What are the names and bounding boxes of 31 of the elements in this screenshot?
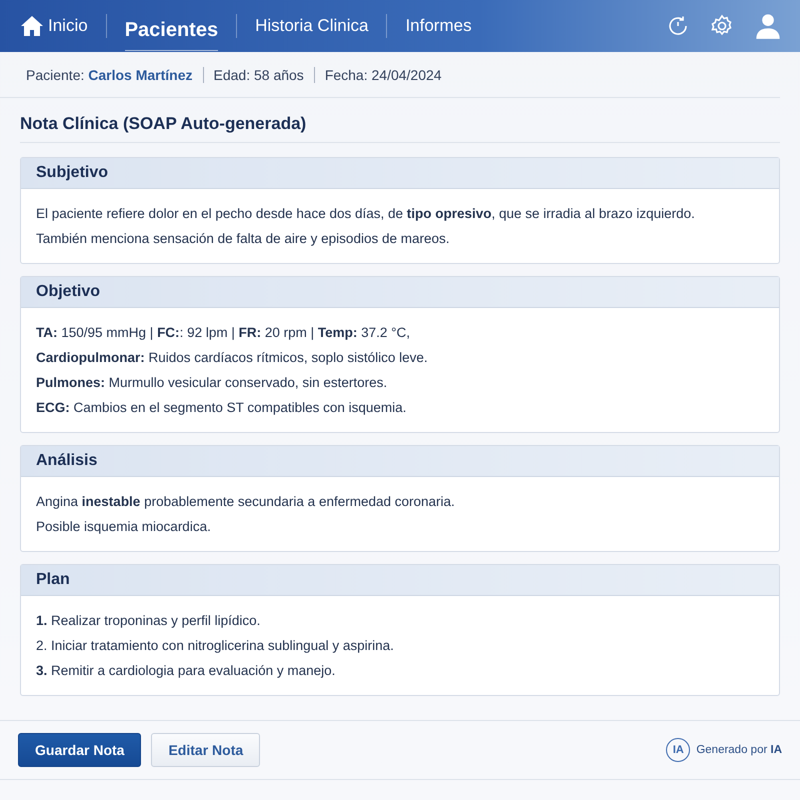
note-text-line: Angina inestable probablemente secundaria a enfermedad coronaria. bbox=[36, 493, 456, 511]
ai-chat-bubble-icon: IA bbox=[666, 738, 690, 762]
section-heading: Análisis bbox=[21, 446, 779, 477]
note-text-line: 3. Remitir a cardiologia para evaluación y manejo. bbox=[36, 662, 336, 680]
settings-icon[interactable] bbox=[710, 14, 734, 38]
note-date: Fecha: 24/04/2024 bbox=[324, 66, 442, 82]
home-icon bbox=[20, 15, 44, 37]
nav-tab[interactable]: Inicio bbox=[20, 3, 88, 49]
note-text-line: TA: 150/95 mmHg | FC:: 92 lpm | FR: 20 rpm | Temp: 37.2 °C, bbox=[36, 324, 412, 342]
action-button[interactable]: Guardar Nota bbox=[18, 733, 142, 767]
note-text-line: Posible isquemia miocardica. bbox=[36, 518, 212, 536]
nav-tab[interactable]: Historia Clinica bbox=[255, 4, 368, 48]
note-title: Nota Clínica (SOAP Auto-generada) bbox=[20, 114, 780, 143]
section-heading: Subjetivo bbox=[21, 158, 779, 189]
user-icon[interactable] bbox=[754, 12, 782, 40]
note-text-line: Cardiopulmonar: Ruidos cardíacos rítmicos, soplo sistólico leve. bbox=[36, 349, 429, 367]
section-heading: Plan bbox=[21, 565, 779, 596]
note-text-line: El paciente refiere dolor en el pecho desde hace dos días, de tipo opresivo, que se irradia al brazo izquierdo. bbox=[36, 205, 696, 223]
patient-name-label: Paciente: Carlos Martínez bbox=[26, 66, 193, 82]
history-icon[interactable] bbox=[666, 14, 690, 38]
note-text-line: También menciona sensación de falta de aire y episodios de mareos. bbox=[36, 230, 450, 248]
note-text-line: Pulmones: Murmullo vesicular conservado, sin estertores. bbox=[36, 374, 388, 392]
nav-tab[interactable]: Pacientes bbox=[124, 7, 218, 51]
note-text-line: 1. Realizar troponinas y perfil lipídico. bbox=[36, 612, 262, 630]
patient-age: Edad: 58 años bbox=[214, 66, 304, 82]
action-button[interactable]: Editar Nota bbox=[151, 733, 260, 767]
note-text-line: ECG: Cambios en el segmento ST compatibles con isquemia. bbox=[36, 399, 408, 417]
section-heading: Objetivo bbox=[21, 277, 779, 308]
nav-tab[interactable]: Informes bbox=[405, 4, 472, 48]
note-text-line: 2. Iniciar tratamiento con nitroglicerina sublingual y aspirina. bbox=[36, 637, 395, 655]
ai-generated-label: Generado por IA bbox=[696, 744, 782, 756]
